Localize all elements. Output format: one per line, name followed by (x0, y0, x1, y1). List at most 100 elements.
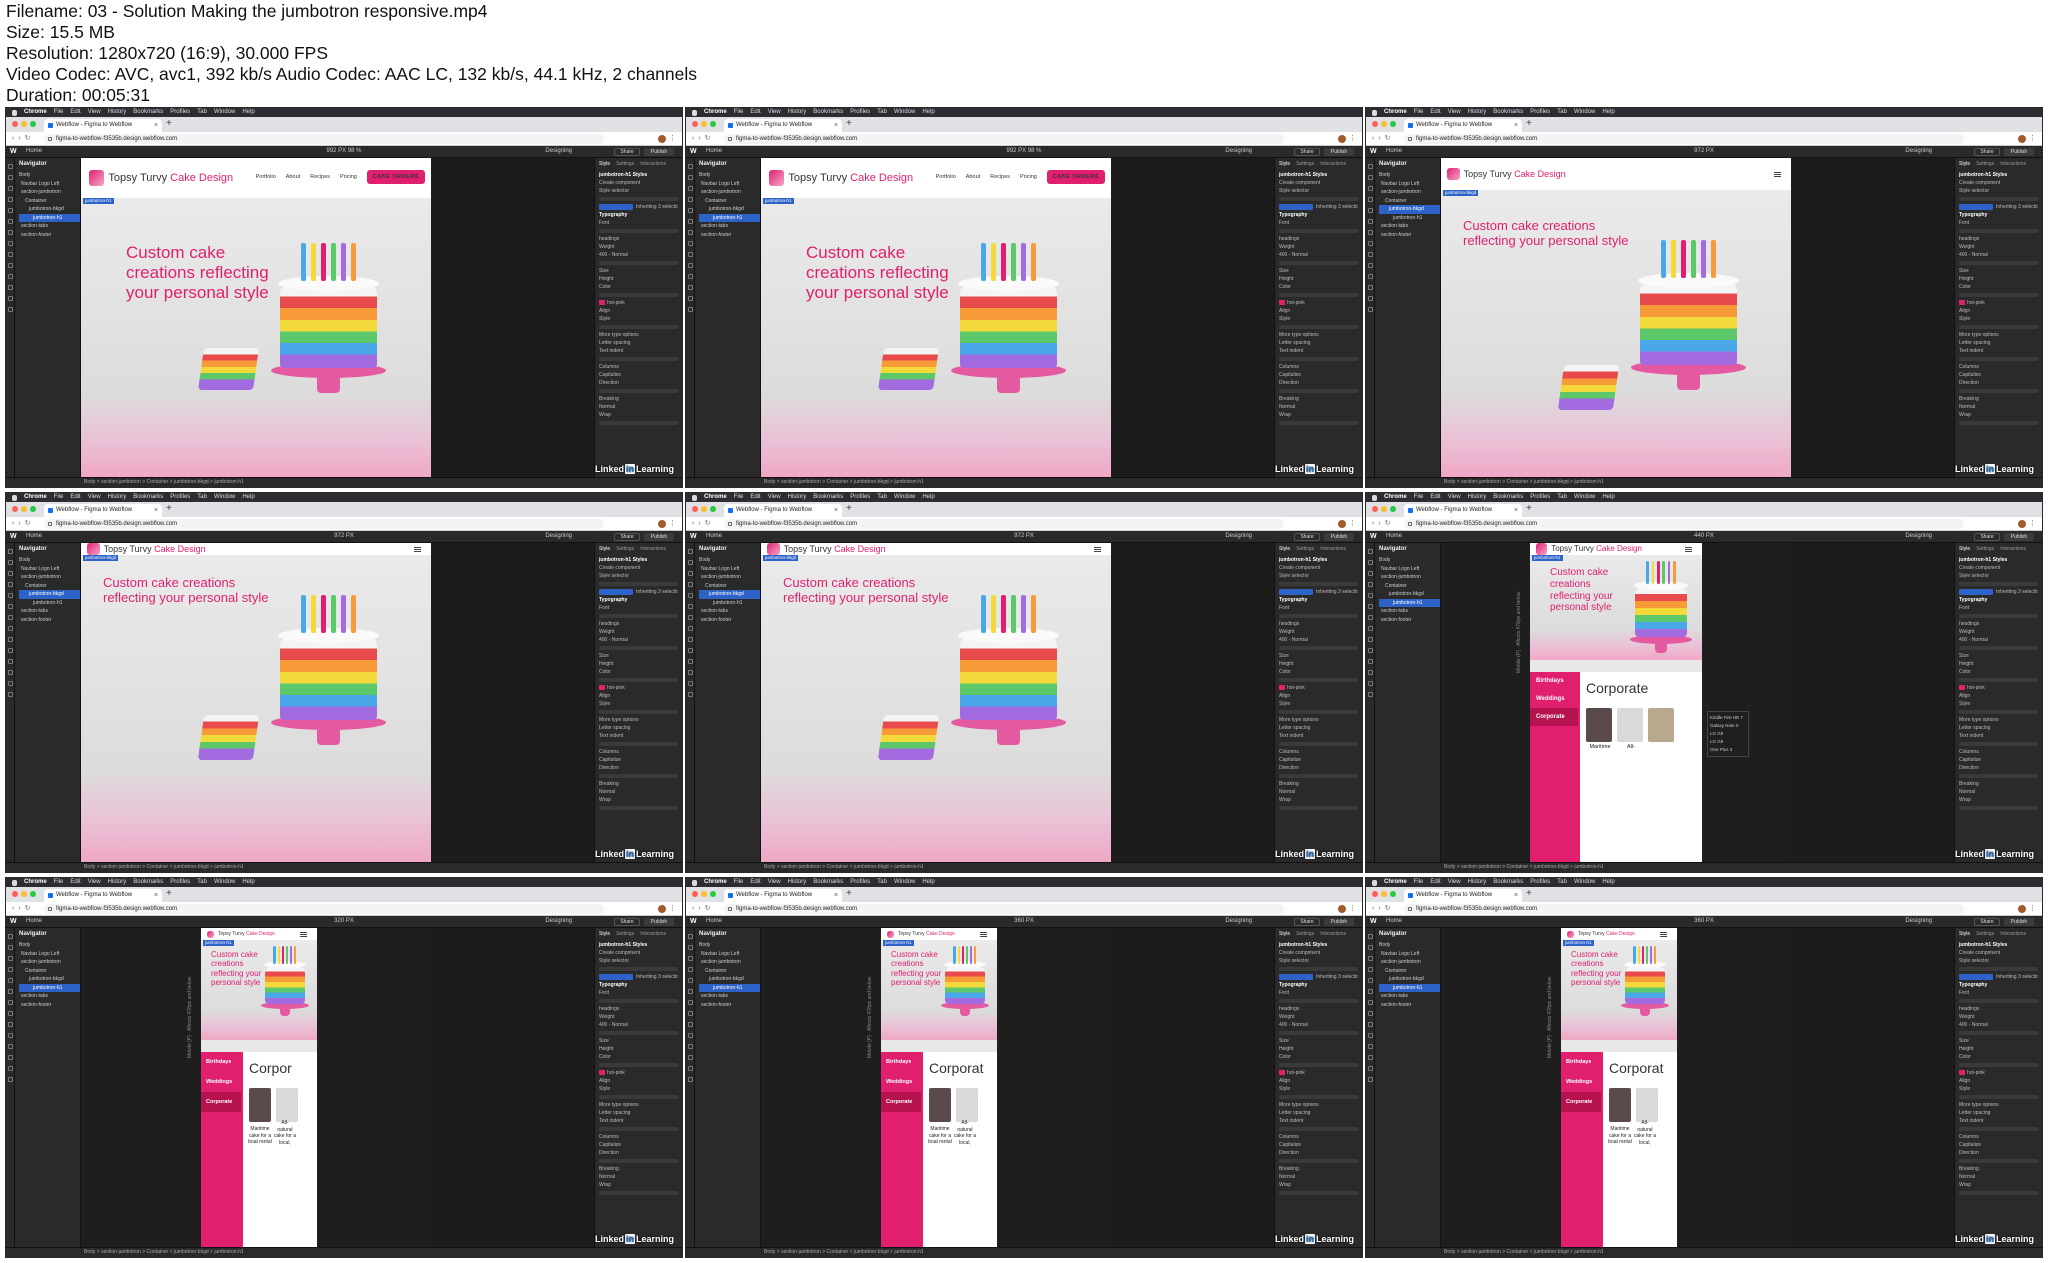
style-panel-row[interactable]: More type options (599, 331, 678, 339)
style-panel-row[interactable]: Font (1959, 219, 2038, 227)
style-panel-row[interactable]: Columns (1279, 363, 1358, 371)
menubar-item[interactable]: Window (214, 493, 235, 502)
tool-icon[interactable] (7, 274, 13, 279)
navigator-item[interactable]: section-jumbotron (1379, 188, 1440, 197)
tool-icon[interactable] (7, 1011, 13, 1016)
style-field[interactable] (599, 1159, 678, 1163)
menubar-item[interactable]: History (788, 878, 807, 887)
style-panel-row[interactable]: Typography (1279, 211, 1358, 219)
navigator-item[interactable]: section-footer (699, 231, 760, 240)
designer-mode-dropdown[interactable]: Designing (1905, 148, 1932, 154)
hamburger-menu-icon[interactable] (1685, 547, 1692, 552)
style-panel-row[interactable]: Weight (599, 243, 678, 251)
site-nav-link[interactable]: Portfolio (936, 174, 956, 180)
style-field[interactable] (1279, 261, 1358, 265)
style-panel-row[interactable]: Inheriting 3 selections (1279, 588, 1358, 596)
style-panel-row[interactable]: Align (1959, 307, 2038, 315)
style-panel-row[interactable]: Font (1959, 989, 2038, 997)
minimize-window-icon[interactable] (701, 891, 707, 897)
tool-icon[interactable] (1367, 593, 1373, 598)
tool-icon[interactable] (1367, 230, 1373, 235)
style-panel-row[interactable]: Inheriting 3 selections (599, 973, 678, 981)
style-panel-tab[interactable]: Interactions (2000, 546, 2026, 552)
style-panel-row[interactable]: Style (1959, 315, 2038, 323)
menubar-item[interactable]: Chrome (1384, 108, 1407, 117)
navigator-item[interactable]: Body (1379, 556, 1440, 565)
style-field[interactable] (1959, 806, 2038, 810)
style-panel-tab[interactable]: Style (1279, 546, 1290, 552)
tool-icon[interactable] (7, 1022, 13, 1027)
style-panel-row[interactable]: Breaking (1959, 1165, 2038, 1173)
navigator-item[interactable]: Body (699, 171, 760, 180)
style-panel-tab[interactable]: Interactions (1320, 161, 1346, 167)
style-panel-row[interactable]: Letter spacing (599, 1109, 678, 1117)
menubar-item[interactable]: History (108, 108, 127, 117)
browser-menu-icon[interactable]: ⋮ (669, 134, 676, 142)
menubar-item[interactable]: Help (922, 108, 934, 117)
style-field[interactable] (1959, 614, 2038, 618)
zoom-window-icon[interactable] (1390, 891, 1396, 897)
designer-mode-dropdown[interactable]: Designing (1905, 533, 1932, 539)
style-field[interactable] (1959, 1159, 2038, 1163)
style-panel-row[interactable]: hot-pink (1959, 1069, 2038, 1077)
style-panel-tab[interactable]: Interactions (640, 546, 666, 552)
apple-icon[interactable] (12, 494, 17, 501)
style-panel-row[interactable]: Height (1279, 275, 1358, 283)
menubar-item[interactable]: History (788, 493, 807, 502)
menubar-item[interactable]: Bookmarks (133, 108, 163, 117)
minimize-window-icon[interactable] (21, 121, 27, 127)
tool-icon[interactable] (1367, 1000, 1373, 1005)
style-panel-row[interactable]: Weight (599, 1013, 678, 1021)
style-field[interactable] (1279, 421, 1358, 425)
tool-icon[interactable] (7, 252, 13, 257)
cake-photo[interactable] (276, 1088, 298, 1122)
tool-icon[interactable] (1367, 1011, 1373, 1016)
hamburger-menu-icon[interactable] (1774, 172, 1781, 177)
menubar-item[interactable]: Tab (197, 108, 207, 117)
style-field[interactable] (1279, 710, 1358, 714)
hamburger-menu-icon[interactable] (980, 932, 987, 937)
style-panel-row[interactable]: Normal (1959, 788, 2038, 796)
style-field[interactable] (1279, 1127, 1358, 1131)
menubar-item[interactable]: Window (214, 108, 235, 117)
style-field[interactable] (1279, 357, 1358, 361)
style-field[interactable] (1959, 1031, 2038, 1035)
device-option[interactable]: LG G6 (1710, 738, 1746, 746)
zoom-window-icon[interactable] (710, 121, 716, 127)
navigator-item[interactable]: Navbar Logo Left (1379, 565, 1440, 574)
tool-icon[interactable] (1367, 296, 1373, 301)
webflow-logo[interactable]: W (10, 148, 17, 155)
menubar-item[interactable]: Tab (1557, 878, 1567, 887)
style-field[interactable] (1959, 357, 2038, 361)
style-panel-row[interactable]: Typography (1959, 596, 2038, 604)
style-panel-tab[interactable]: Style (599, 161, 610, 167)
style-panel-row[interactable]: Color (599, 283, 678, 291)
style-panel-row[interactable]: Height (1279, 660, 1358, 668)
minimize-window-icon[interactable] (21, 506, 27, 512)
style-panel-row[interactable]: Style selector (1959, 187, 2038, 195)
style-field[interactable] (599, 1063, 678, 1067)
style-panel-row[interactable]: More type options (1279, 331, 1358, 339)
navigator-item[interactable]: Body (1379, 171, 1440, 180)
menubar-item[interactable]: Tab (197, 493, 207, 502)
tool-icon[interactable] (687, 1022, 693, 1027)
navigator-item[interactable]: Navbar Logo Left (1379, 950, 1440, 959)
style-panel-row[interactable]: hot-pink (1279, 1069, 1358, 1077)
site-logo[interactable]: Topsy Turvy Cake Design (769, 170, 913, 186)
tool-icon[interactable] (1367, 659, 1373, 664)
style-panel-row[interactable]: Columns (1959, 363, 2038, 371)
style-panel-row[interactable]: Inheriting 3 selections (1279, 973, 1358, 981)
menubar-item[interactable]: Chrome (24, 493, 47, 502)
navigator-item[interactable]: section-footer (699, 1001, 760, 1010)
style-field[interactable] (1279, 1159, 1358, 1163)
style-panel-row[interactable]: headings (599, 620, 678, 628)
tool-icon[interactable] (687, 648, 693, 653)
style-field[interactable] (1959, 710, 2038, 714)
style-panel-row[interactable]: Text indent (599, 732, 678, 740)
navigator-item[interactable]: jumbotron-h1 (699, 983, 760, 992)
designer-mode-dropdown[interactable]: Designing (1225, 148, 1252, 154)
navigator-item[interactable]: jumbotron-bkgd (1379, 590, 1440, 599)
style-panel-tab[interactable]: Settings (1296, 546, 1314, 552)
minimize-window-icon[interactable] (1381, 891, 1387, 897)
designer-mode-dropdown[interactable]: Designing (1225, 918, 1252, 924)
